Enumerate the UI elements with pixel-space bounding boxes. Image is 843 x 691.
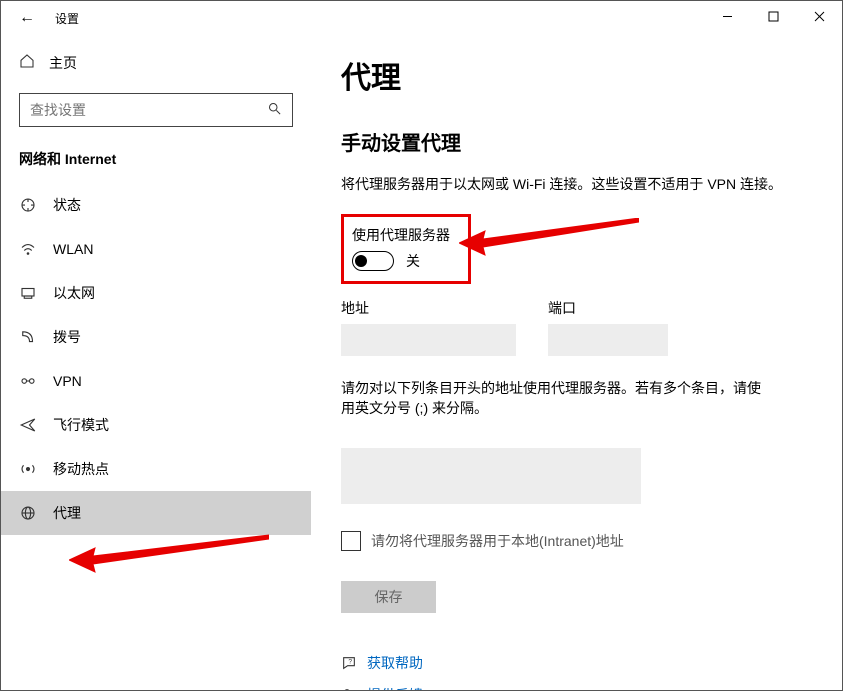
sidebar-item-label: 飞行模式 [53,415,109,435]
nav: 状态 WLAN 以太网 拨号 VPN [19,183,293,535]
address-input[interactable] [341,324,516,356]
sidebar-item-proxy[interactable]: 代理 [1,491,311,535]
close-button[interactable] [796,1,842,31]
exceptions-input[interactable] [341,448,641,504]
help-icon: ? [341,655,367,671]
proxy-icon [19,504,53,522]
feedback-link[interactable]: 提供反馈 [341,685,802,690]
window-title: 设置 [55,10,79,27]
feedback-icon [341,687,367,690]
sidebar-item-label: 状态 [53,195,81,215]
page-title: 代理 [341,53,802,97]
sidebar-item-status[interactable]: 状态 [1,183,311,227]
sidebar-item-label: VPN [53,373,82,389]
annotation-arrow-toggle [459,218,639,273]
dialup-icon [19,328,53,346]
airplane-icon [19,416,53,434]
sidebar-item-label: 移动热点 [53,459,109,479]
vpn-icon [19,372,53,390]
search-icon [267,101,282,119]
sidebar-item-label: 拨号 [53,327,81,347]
annotation-arrow-sidebar [69,530,269,595]
hotspot-icon [19,460,53,478]
sidebar-item-ethernet[interactable]: 以太网 [1,271,311,315]
intranet-label: 请勿将代理服务器用于本地(Intranet)地址 [371,531,624,551]
sidebar-item-hotspot[interactable]: 移动热点 [1,447,311,491]
sidebar: 主页 网络和 Internet 状态 WLAN 以太网 [1,35,311,690]
search-box[interactable] [19,93,293,127]
sidebar-item-vpn[interactable]: VPN [1,359,311,403]
sidebar-item-label: 以太网 [53,283,95,303]
sidebar-item-label: 代理 [53,503,81,523]
back-button[interactable]: ← [19,9,49,27]
toggle-label: 使用代理服务器 [352,225,454,245]
highlight-box: 使用代理服务器 关 [341,214,471,284]
title-bar: ← 设置 [1,1,842,35]
minimize-button[interactable] [704,1,750,31]
settings-window: ← 设置 主页 网络和 Internet 状态 [0,0,843,691]
use-proxy-toggle[interactable] [352,251,394,271]
port-input[interactable] [548,324,668,356]
home-label: 主页 [49,53,77,73]
section-description: 将代理服务器用于以太网或 Wi-Fi 连接。这些设置不适用于 VPN 连接。 [341,174,802,194]
sidebar-home[interactable]: 主页 [19,45,293,81]
wifi-icon [19,240,53,258]
sidebar-item-airplane[interactable]: 飞行模式 [1,403,311,447]
address-label: 地址 [341,298,516,318]
sidebar-item-label: WLAN [53,241,93,257]
exceptions-description: 请勿对以下列条目开头的地址使用代理服务器。若有多个条目，请使用英文分号 (;) … [341,378,771,418]
sidebar-item-dialup[interactable]: 拨号 [1,315,311,359]
status-icon [19,196,53,214]
home-icon [19,53,49,74]
section-title: 手动设置代理 [341,127,802,156]
intranet-checkbox[interactable] [341,531,361,551]
section-header: 网络和 Internet [19,149,293,169]
ethernet-icon [19,284,53,302]
svg-text:?: ? [348,659,352,666]
content: 代理 手动设置代理 将代理服务器用于以太网或 Wi-Fi 连接。这些设置不适用于… [311,35,842,690]
window-controls [704,1,842,31]
help-link[interactable]: ? 获取帮助 [341,653,802,673]
maximize-button[interactable] [750,1,796,31]
save-button[interactable]: 保存 [341,581,436,613]
sidebar-item-wlan[interactable]: WLAN [1,227,311,271]
search-input[interactable] [30,102,256,118]
toggle-state: 关 [406,251,420,271]
port-label: 端口 [548,298,668,318]
